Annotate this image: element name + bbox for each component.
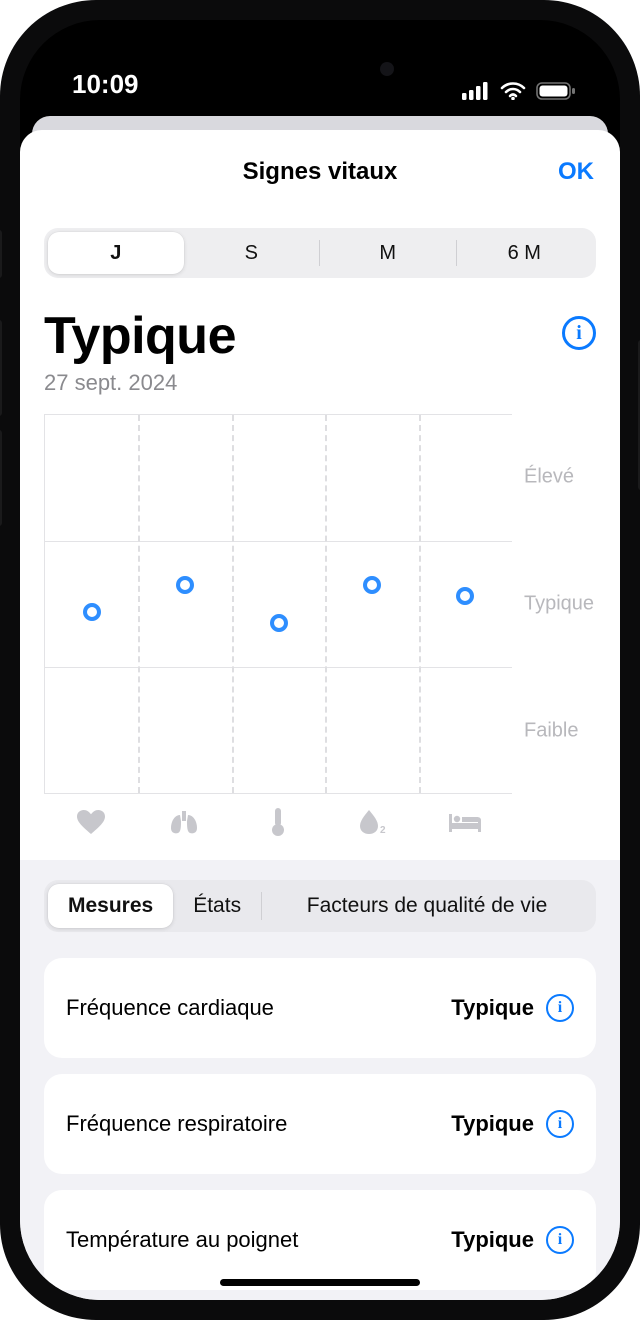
chart-y-axis: Élevé Typique Faible — [512, 414, 608, 794]
page-title: Signes vitaux — [243, 158, 398, 186]
device-frame: 10:09 — [0, 0, 640, 1320]
wifi-icon — [500, 82, 526, 100]
vitals-sheet: Signes vitaux OK J S M 6 M Typique 27 se… — [20, 130, 620, 1300]
home-indicator[interactable] — [220, 1279, 420, 1286]
status-time: 10:09 — [72, 69, 139, 100]
chart-point-oxygen — [363, 576, 381, 594]
info-icon[interactable]: i — [546, 1226, 574, 1254]
metric-value: Typique — [451, 1227, 534, 1253]
thermometer-icon — [231, 794, 325, 850]
summary-block: Typique 27 sept. 2024 i — [44, 306, 596, 396]
chart-point-temperature — [270, 614, 288, 632]
tab-quality-factors[interactable]: Facteurs de qualité de vie — [262, 884, 592, 928]
details-section: Mesures États Facteurs de qualité de vie… — [20, 860, 620, 1300]
metric-name: Température au poignet — [66, 1227, 298, 1253]
svg-text:2: 2 — [380, 825, 386, 836]
chart-x-axis: 2 — [44, 794, 608, 850]
side-button — [0, 230, 2, 278]
metric-row-respiratory-rate[interactable]: Fréquence respiratoire Typique i — [44, 1074, 596, 1174]
tab-states[interactable]: États — [173, 884, 261, 928]
vitals-chart: Élevé Typique Faible — [44, 414, 608, 850]
info-icon: i — [576, 322, 582, 345]
dynamic-island — [230, 48, 410, 90]
metric-value: Typique — [451, 1111, 534, 1137]
bed-icon — [418, 794, 512, 850]
metric-value: Typique — [451, 995, 534, 1021]
metric-row-wrist-temperature[interactable]: Température au poignet Typique i — [44, 1190, 596, 1290]
metric-row-heart-rate[interactable]: Fréquence cardiaque Typique i — [44, 958, 596, 1058]
heart-icon — [44, 794, 138, 850]
range-day[interactable]: J — [48, 232, 184, 274]
chart-point-sleep — [456, 587, 474, 605]
tab-measures[interactable]: Mesures — [48, 884, 173, 928]
info-icon[interactable]: i — [546, 1110, 574, 1138]
volume-down-button — [0, 430, 2, 526]
metrics-list: Fréquence cardiaque Typique i Fréquence … — [44, 958, 596, 1300]
oxygen-icon: 2 — [325, 794, 419, 850]
done-button[interactable]: OK — [558, 158, 594, 186]
range-six-months[interactable]: 6 M — [457, 232, 593, 274]
info-button[interactable]: i — [562, 316, 596, 350]
chart-plot — [44, 414, 512, 794]
cellular-icon — [462, 82, 490, 100]
chart-point-respiratory — [176, 576, 194, 594]
detail-tabs[interactable]: Mesures États Facteurs de qualité de vie — [44, 880, 596, 932]
summary-date: 27 sept. 2024 — [44, 370, 236, 396]
metric-name: Fréquence respiratoire — [66, 1111, 287, 1137]
chart-point-heart — [83, 603, 101, 621]
range-month[interactable]: M — [320, 232, 456, 274]
metric-name: Fréquence cardiaque — [66, 995, 274, 1021]
sheet-header: Signes vitaux OK — [20, 130, 620, 214]
y-label-low: Faible — [524, 719, 578, 742]
info-icon[interactable]: i — [546, 994, 574, 1022]
summary-status: Typique — [44, 306, 236, 366]
time-range-segmented[interactable]: J S M 6 M — [44, 228, 596, 278]
volume-up-button — [0, 320, 2, 416]
y-label-high: Élevé — [524, 466, 574, 489]
status-right — [462, 82, 576, 100]
screen: 10:09 — [20, 20, 620, 1300]
y-label-typical: Typique — [524, 593, 594, 616]
range-week[interactable]: S — [184, 232, 320, 274]
battery-icon — [536, 82, 576, 100]
lungs-icon — [138, 794, 232, 850]
